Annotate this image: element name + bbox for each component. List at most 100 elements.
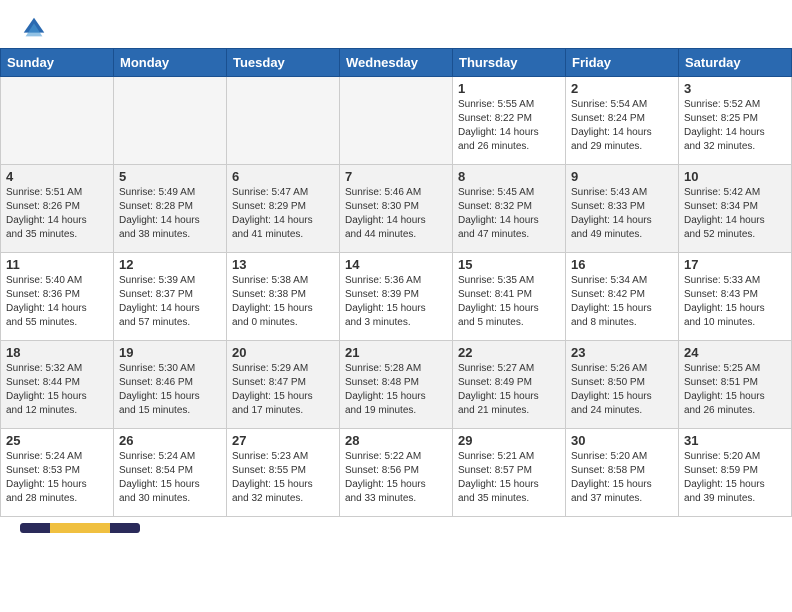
- day-number: 14: [345, 257, 447, 272]
- day-number: 8: [458, 169, 560, 184]
- calendar-day-cell: [114, 77, 227, 165]
- calendar-day-cell: 26 Sunrise: 5:24 AM Sunset: 8:54 PM Dayli…: [114, 429, 227, 517]
- calendar-day-cell: 4 Sunrise: 5:51 AM Sunset: 8:26 PM Daylig…: [1, 165, 114, 253]
- page-header: [0, 0, 792, 48]
- day-number: 28: [345, 433, 447, 448]
- calendar-day-cell: 22 Sunrise: 5:27 AM Sunset: 8:49 PM Dayli…: [453, 341, 566, 429]
- day-info: Sunrise: 5:54 AM Sunset: 8:24 PM Dayligh…: [571, 98, 673, 154]
- logo: [20, 14, 52, 42]
- calendar-day-cell: 14 Sunrise: 5:36 AM Sunset: 8:39 PM Dayli…: [340, 253, 453, 341]
- calendar-day-cell: 8Sunrise: 5:45 AM Sunset: 8:32 PM Daylig…: [453, 165, 566, 253]
- calendar-day-cell: 13 Sunrise: 5:38 AM Sunset: 8:38 PM Dayli…: [227, 253, 340, 341]
- calendar-day-cell: 3Sunrise: 5:52 AM Sunset: 8:25 PM Daylig…: [679, 77, 792, 165]
- calendar-header-row: SundayMondayTuesdayWednesdayThursdayFrid…: [1, 49, 792, 77]
- day-info: Sunrise: 5:32 AM Sunset: 8:44 PM Dayligh…: [6, 362, 108, 418]
- day-number: 24: [684, 345, 786, 360]
- calendar-week-row: 25 Sunrise: 5:24 AM Sunset: 8:53 PM Dayli…: [1, 429, 792, 517]
- day-number: 23: [571, 345, 673, 360]
- calendar-day-cell: 12Sunrise: 5:39 AM Sunset: 8:37 PM Dayli…: [114, 253, 227, 341]
- day-number: 27: [232, 433, 334, 448]
- calendar-day-cell: 16Sunrise: 5:34 AM Sunset: 8:42 PM Dayli…: [566, 253, 679, 341]
- logo-icon: [20, 14, 48, 42]
- day-number: 18: [6, 345, 108, 360]
- calendar-day-cell: 31Sunrise: 5:20 AM Sunset: 8:59 PM Dayli…: [679, 429, 792, 517]
- calendar-day-cell: 27 Sunrise: 5:23 AM Sunset: 8:55 PM Dayli…: [227, 429, 340, 517]
- day-info: Sunrise: 5:29 AM Sunset: 8:47 PM Dayligh…: [232, 362, 334, 418]
- day-number: 20: [232, 345, 334, 360]
- calendar-day-cell: 5 Sunrise: 5:49 AM Sunset: 8:28 PM Daylig…: [114, 165, 227, 253]
- day-info: Sunrise: 5:24 AM Sunset: 8:54 PM Dayligh…: [119, 450, 221, 506]
- footer: [0, 517, 792, 539]
- calendar-table: SundayMondayTuesdayWednesdayThursdayFrid…: [0, 48, 792, 517]
- day-info: Sunrise: 5:40 AM Sunset: 8:36 PM Dayligh…: [6, 274, 108, 330]
- daylight-dark-segment-end: [110, 523, 140, 533]
- calendar-day-header: Tuesday: [227, 49, 340, 77]
- day-number: 3: [684, 81, 786, 96]
- daylight-bar: [20, 523, 140, 533]
- day-info: Sunrise: 5:23 AM Sunset: 8:55 PM Dayligh…: [232, 450, 334, 506]
- calendar-day-cell: [340, 77, 453, 165]
- calendar-day-cell: 18 Sunrise: 5:32 AM Sunset: 8:44 PM Dayli…: [1, 341, 114, 429]
- calendar-day-cell: 20 Sunrise: 5:29 AM Sunset: 8:47 PM Dayli…: [227, 341, 340, 429]
- day-number: 4: [6, 169, 108, 184]
- daylight-light-segment: [50, 523, 110, 533]
- day-number: 17: [684, 257, 786, 272]
- day-number: 15: [458, 257, 560, 272]
- calendar-day-cell: 9 Sunrise: 5:43 AM Sunset: 8:33 PM Daylig…: [566, 165, 679, 253]
- calendar-week-row: 4 Sunrise: 5:51 AM Sunset: 8:26 PM Daylig…: [1, 165, 792, 253]
- day-number: 13: [232, 257, 334, 272]
- calendar-week-row: 1 Sunrise: 5:55 AM Sunset: 8:22 PM Daylig…: [1, 77, 792, 165]
- day-number: 21: [345, 345, 447, 360]
- calendar-day-cell: 7Sunrise: 5:46 AM Sunset: 8:30 PM Daylig…: [340, 165, 453, 253]
- day-number: 2: [571, 81, 673, 96]
- calendar-day-cell: [227, 77, 340, 165]
- calendar-day-cell: 25 Sunrise: 5:24 AM Sunset: 8:53 PM Dayli…: [1, 429, 114, 517]
- day-number: 6: [232, 169, 334, 184]
- calendar-day-cell: 23 Sunrise: 5:26 AM Sunset: 8:50 PM Dayli…: [566, 341, 679, 429]
- calendar-day-header: Friday: [566, 49, 679, 77]
- day-number: 5: [119, 169, 221, 184]
- day-number: 29: [458, 433, 560, 448]
- day-info: Sunrise: 5:28 AM Sunset: 8:48 PM Dayligh…: [345, 362, 447, 418]
- day-info: Sunrise: 5:24 AM Sunset: 8:53 PM Dayligh…: [6, 450, 108, 506]
- day-info: Sunrise: 5:20 AM Sunset: 8:58 PM Dayligh…: [571, 450, 673, 506]
- day-number: 19: [119, 345, 221, 360]
- calendar-day-cell: 24Sunrise: 5:25 AM Sunset: 8:51 PM Dayli…: [679, 341, 792, 429]
- daylight-dark-segment: [20, 523, 50, 533]
- day-info: Sunrise: 5:51 AM Sunset: 8:26 PM Dayligh…: [6, 186, 108, 242]
- day-info: Sunrise: 5:34 AM Sunset: 8:42 PM Dayligh…: [571, 274, 673, 330]
- day-info: Sunrise: 5:26 AM Sunset: 8:50 PM Dayligh…: [571, 362, 673, 418]
- calendar-day-cell: 21 Sunrise: 5:28 AM Sunset: 8:48 PM Dayli…: [340, 341, 453, 429]
- day-number: 26: [119, 433, 221, 448]
- calendar-day-header: Saturday: [679, 49, 792, 77]
- day-info: Sunrise: 5:49 AM Sunset: 8:28 PM Dayligh…: [119, 186, 221, 242]
- day-info: Sunrise: 5:33 AM Sunset: 8:43 PM Dayligh…: [684, 274, 786, 330]
- calendar-day-cell: 29 Sunrise: 5:21 AM Sunset: 8:57 PM Dayli…: [453, 429, 566, 517]
- day-number: 22: [458, 345, 560, 360]
- day-number: 25: [6, 433, 108, 448]
- day-info: Sunrise: 5:39 AM Sunset: 8:37 PM Dayligh…: [119, 274, 221, 330]
- day-info: Sunrise: 5:46 AM Sunset: 8:30 PM Dayligh…: [345, 186, 447, 242]
- calendar-day-cell: 30 Sunrise: 5:20 AM Sunset: 8:58 PM Dayli…: [566, 429, 679, 517]
- day-info: Sunrise: 5:27 AM Sunset: 8:49 PM Dayligh…: [458, 362, 560, 418]
- day-number: 1: [458, 81, 560, 96]
- calendar-day-cell: 10Sunrise: 5:42 AM Sunset: 8:34 PM Dayli…: [679, 165, 792, 253]
- day-info: Sunrise: 5:43 AM Sunset: 8:33 PM Dayligh…: [571, 186, 673, 242]
- day-info: Sunrise: 5:30 AM Sunset: 8:46 PM Dayligh…: [119, 362, 221, 418]
- day-info: Sunrise: 5:47 AM Sunset: 8:29 PM Dayligh…: [232, 186, 334, 242]
- calendar-week-row: 11 Sunrise: 5:40 AM Sunset: 8:36 PM Dayli…: [1, 253, 792, 341]
- day-info: Sunrise: 5:55 AM Sunset: 8:22 PM Dayligh…: [458, 98, 560, 154]
- day-number: 9: [571, 169, 673, 184]
- day-number: 30: [571, 433, 673, 448]
- calendar-day-cell: 28Sunrise: 5:22 AM Sunset: 8:56 PM Dayli…: [340, 429, 453, 517]
- day-info: Sunrise: 5:38 AM Sunset: 8:38 PM Dayligh…: [232, 274, 334, 330]
- day-number: 31: [684, 433, 786, 448]
- calendar-day-cell: 19 Sunrise: 5:30 AM Sunset: 8:46 PM Dayli…: [114, 341, 227, 429]
- day-info: Sunrise: 5:21 AM Sunset: 8:57 PM Dayligh…: [458, 450, 560, 506]
- calendar-day-cell: 17 Sunrise: 5:33 AM Sunset: 8:43 PM Dayli…: [679, 253, 792, 341]
- calendar-day-cell: 6 Sunrise: 5:47 AM Sunset: 8:29 PM Daylig…: [227, 165, 340, 253]
- day-info: Sunrise: 5:42 AM Sunset: 8:34 PM Dayligh…: [684, 186, 786, 242]
- day-number: 11: [6, 257, 108, 272]
- calendar-day-header: Thursday: [453, 49, 566, 77]
- day-info: Sunrise: 5:36 AM Sunset: 8:39 PM Dayligh…: [345, 274, 447, 330]
